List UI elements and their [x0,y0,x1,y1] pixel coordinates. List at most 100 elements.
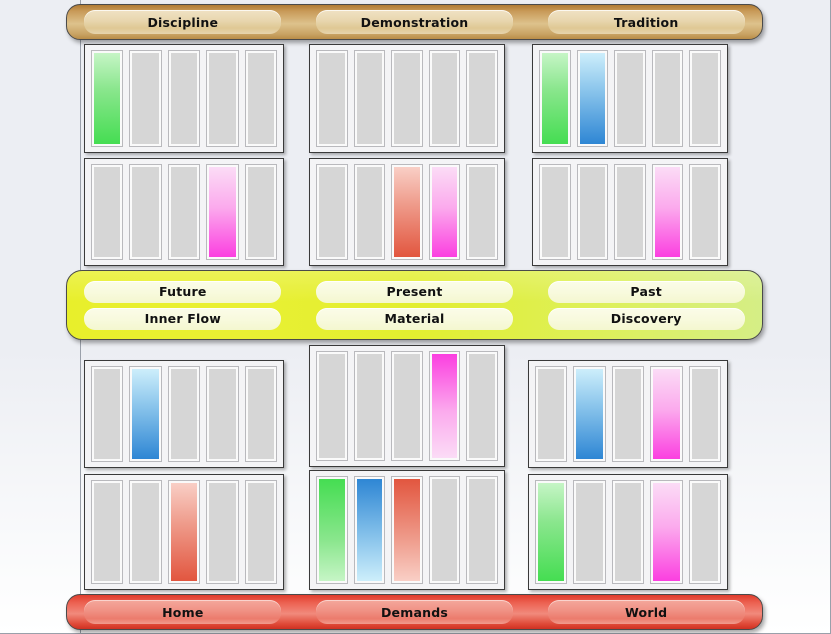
bar-slot[interactable] [651,164,684,260]
bar-slot[interactable] [91,480,124,584]
bar-slot[interactable] [466,351,498,461]
bottom-label-bar: Home Demands World [66,594,763,630]
panel-top-right-upper[interactable] [532,44,728,153]
bar-slot[interactable] [428,50,461,147]
bar-slot[interactable] [576,164,609,260]
bottom-label-world[interactable]: World [547,600,745,624]
bar-slot[interactable] [167,480,201,584]
bar-slot[interactable] [391,50,423,147]
middle-row1-cell-0: Future [67,280,299,303]
bar-slot[interactable] [316,164,348,260]
bar-slot[interactable] [91,164,124,260]
bar-empty [170,369,198,459]
panel-top-left-upper[interactable] [84,44,284,153]
middle-label-material[interactable]: Material [316,307,513,330]
bar-slot[interactable] [391,164,423,260]
bar-slot[interactable] [428,476,461,584]
bar-slot[interactable] [573,366,606,462]
bar-slot[interactable] [614,50,646,147]
panel-bottom-middle-lower[interactable] [309,470,505,590]
middle-label-future[interactable]: Future [84,280,282,303]
bar-slot[interactable] [206,480,239,584]
bar-slot[interactable] [167,50,201,147]
bar-slot[interactable] [428,164,461,260]
panel-bottom-middle-upper[interactable] [309,345,505,467]
bar-slot[interactable] [539,164,571,260]
bar-slot[interactable] [466,50,498,147]
bar-slot[interactable] [129,50,162,147]
panel-bottom-right-lower[interactable] [528,474,728,590]
top-label-discipline[interactable]: Discipline [84,10,282,34]
bar-empty [356,354,383,458]
bar-slot[interactable] [535,366,568,462]
bottom-label-home[interactable]: Home [84,600,282,624]
bar-slot[interactable] [316,50,348,147]
bar-slot[interactable] [611,366,645,462]
bar-slot[interactable] [391,351,423,461]
bar-slot[interactable] [244,480,278,584]
bar-slot[interactable] [206,50,239,147]
middle-label-present[interactable]: Present [316,280,513,303]
bar-slot[interactable] [573,480,606,584]
bar-slot[interactable] [466,164,498,260]
top-label-row: Discipline Demonstration Tradition [67,10,762,34]
bar-slot[interactable] [244,164,278,260]
bar-empty [209,369,236,459]
bar-empty [132,483,159,581]
top-label-tradition[interactable]: Tradition [547,10,745,34]
bar-slot[interactable] [206,366,239,462]
middle-label-discovery[interactable]: Discovery [547,307,745,330]
bar-slot[interactable] [129,164,162,260]
bottom-label-demands[interactable]: Demands [316,600,513,624]
top-label-demonstration[interactable]: Demonstration [316,10,513,34]
bar-slot[interactable] [206,164,239,260]
bar-empty [209,53,236,144]
panel-top-middle-lower[interactable] [309,158,505,266]
bar-pink [654,167,681,257]
bar-empty [469,167,495,257]
bar-slot[interactable] [244,366,278,462]
panel-bottom-left-upper[interactable] [84,360,284,468]
bar-slot[interactable] [316,351,348,461]
bar-slot[interactable] [353,351,386,461]
bar-slot[interactable] [535,480,568,584]
middle-label-inner-flow[interactable]: Inner Flow [84,307,282,330]
bar-slot[interactable] [688,480,722,584]
panel-bottom-left-lower[interactable] [84,474,284,590]
bar-slot[interactable] [91,50,124,147]
bar-slot[interactable] [650,480,683,584]
panel-bottom-right-upper[interactable] [528,360,728,468]
bar-slot[interactable] [353,50,386,147]
bottom-label-cell-1: Demands [299,600,531,624]
bar-slot[interactable] [539,50,571,147]
bar-slot[interactable] [689,50,721,147]
bar-slot[interactable] [91,366,124,462]
panel-top-middle-upper[interactable] [309,44,505,153]
bar-slot[interactable] [316,476,348,584]
bar-green [538,483,565,581]
panel-top-right-lower[interactable] [532,158,728,266]
bar-slot[interactable] [244,50,278,147]
panel-top-left-lower[interactable] [84,158,284,266]
bar-slot[interactable] [428,351,461,461]
bar-slot[interactable] [353,164,386,260]
bar-slot[interactable] [611,480,645,584]
bar-slot[interactable] [689,164,721,260]
bar-slot[interactable] [129,366,162,462]
middle-label-past[interactable]: Past [547,280,745,303]
bar-slot[interactable] [651,50,684,147]
bar-slot[interactable] [576,50,609,147]
bar-slot[interactable] [167,366,201,462]
bar-empty [469,53,495,144]
bar-slot[interactable] [650,366,683,462]
bar-slot[interactable] [129,480,162,584]
bar-blue [132,369,159,459]
bar-empty [691,369,719,459]
bar-slot[interactable] [167,164,201,260]
bar-slot[interactable] [614,164,646,260]
bar-slot[interactable] [466,476,498,584]
bar-slot[interactable] [688,366,722,462]
middle-row1-cell-2: Past [530,280,762,303]
bar-slot[interactable] [391,476,423,584]
bar-slot[interactable] [353,476,386,584]
